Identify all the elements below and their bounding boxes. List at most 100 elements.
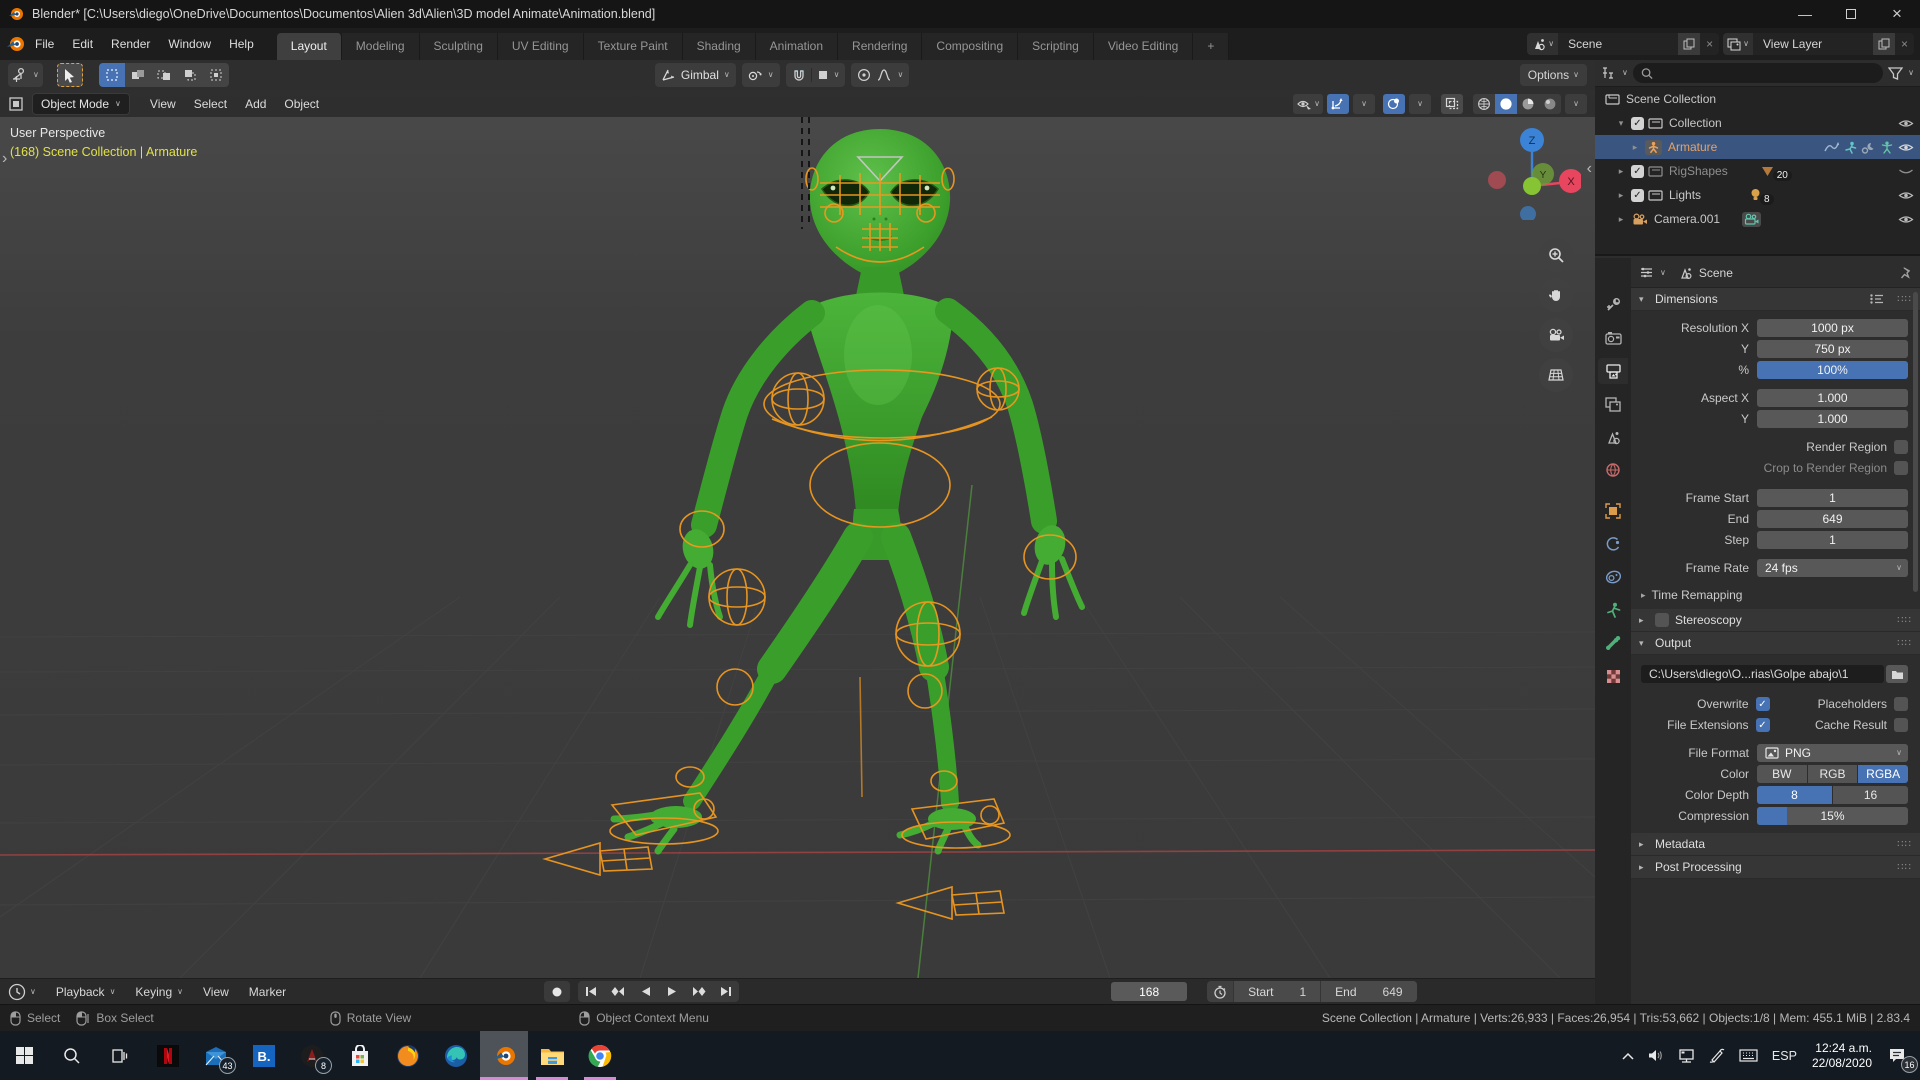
pin-icon[interactable]: [1899, 266, 1912, 280]
output-path-field[interactable]: C:\Users\diego\O...rias\Golpe abajo\1: [1641, 665, 1884, 683]
tab-texture[interactable]: [1598, 663, 1628, 689]
panel-header-output[interactable]: ▾ Output ∷∷: [1631, 632, 1920, 655]
tab-texture-paint[interactable]: Texture Paint: [584, 33, 683, 60]
frame-rate-dropdown[interactable]: 24 fps∨: [1757, 559, 1908, 577]
resolution-x-field[interactable]: 1000 px: [1757, 319, 1908, 337]
tray-network-icon[interactable]: [1671, 1031, 1702, 1080]
chevron-down-icon[interactable]: ∨: [1622, 69, 1628, 77]
current-frame-field[interactable]: 168: [1111, 982, 1187, 1001]
taskbar-file-explorer[interactable]: [528, 1031, 576, 1080]
camera-view-button[interactable]: [1539, 318, 1573, 352]
tab-render[interactable]: [1598, 325, 1628, 351]
minimize-button[interactable]: —: [1782, 0, 1828, 28]
menu-edit[interactable]: Edit: [63, 33, 102, 55]
tray-pen-icon[interactable]: [1702, 1031, 1732, 1080]
outliner-row-armature[interactable]: ▸ Armature: [1595, 135, 1920, 159]
shading-material-button[interactable]: [1517, 94, 1539, 114]
pivot-point-dropdown[interactable]: ∨: [742, 63, 780, 87]
tab-view-layer[interactable]: [1598, 391, 1628, 417]
visible-eye-icon[interactable]: [1898, 118, 1914, 129]
tab-constraints[interactable]: [1598, 564, 1628, 590]
menu-help[interactable]: Help: [220, 33, 263, 55]
file-browse-button[interactable]: [1886, 665, 1908, 683]
motion-path-icon[interactable]: [1824, 141, 1839, 153]
record-button[interactable]: [544, 981, 570, 1002]
visibility-dropdown[interactable]: ∨: [1293, 94, 1323, 114]
taskbar-bing[interactable]: B.: [240, 1031, 288, 1080]
outliner-row-lights[interactable]: ▸ ✓ Lights 8: [1595, 183, 1920, 207]
alien-model[interactable]: [614, 129, 1082, 851]
start-frame-field[interactable]: Start1: [1233, 981, 1320, 1002]
scene-name[interactable]: Scene: [1558, 37, 1678, 51]
visible-eye-icon[interactable]: [1898, 214, 1914, 225]
close-button[interactable]: ×: [1874, 0, 1920, 28]
collapse-icon[interactable]: ▾: [1615, 118, 1627, 129]
tab-modeling[interactable]: Modeling: [342, 33, 420, 60]
file-format-dropdown[interactable]: PNG ∨: [1757, 744, 1908, 762]
jump-to-start-button[interactable]: [578, 981, 604, 1002]
tab-physics[interactable]: [1598, 531, 1628, 557]
tab-tool[interactable]: [1598, 292, 1628, 318]
chevron-down-icon[interactable]: ∨: [30, 988, 36, 996]
outliner-row-rigshapes[interactable]: ▸ ✓ RigShapes 20: [1595, 159, 1920, 183]
viewport-menu-select[interactable]: Select: [186, 93, 235, 115]
cache-result-checkbox[interactable]: [1894, 718, 1908, 732]
sidebar-collapse-icon[interactable]: ‹: [1587, 160, 1592, 178]
time-remapping-subpanel[interactable]: ▸ Time Remapping: [1631, 585, 1920, 605]
overlays-toggle[interactable]: [1383, 94, 1405, 114]
taskbar-search-button[interactable]: [48, 1031, 96, 1080]
next-keyframe-button[interactable]: [686, 981, 712, 1002]
tab-sculpting[interactable]: Sculpting: [420, 33, 498, 60]
scene-delete-button[interactable]: ×: [1700, 37, 1719, 51]
viewport-menu-add[interactable]: Add: [237, 93, 274, 115]
gizmos-toggle[interactable]: [1327, 94, 1349, 114]
tab-uv-editing[interactable]: UV Editing: [498, 33, 584, 60]
taskbar-clock[interactable]: 12:24 a.m. 22/08/2020: [1804, 1041, 1880, 1071]
maximize-button[interactable]: [1828, 0, 1874, 28]
resolution-y-field[interactable]: 750 px: [1757, 340, 1908, 358]
ortho-toggle-button[interactable]: [1539, 358, 1573, 392]
play-button[interactable]: [659, 981, 685, 1002]
color-rgb-button[interactable]: RGB: [1808, 765, 1858, 783]
zoom-button[interactable]: [1539, 238, 1573, 272]
taskbar-netflix[interactable]: [144, 1031, 192, 1080]
compression-slider[interactable]: 15%: [1757, 807, 1908, 825]
view-layer-copy-button[interactable]: [1873, 33, 1895, 55]
viewport-menu-object[interactable]: Object: [276, 93, 327, 115]
taskbar-firefox[interactable]: [384, 1031, 432, 1080]
panel-header-dimensions[interactable]: ▾ Dimensions ∷∷: [1631, 288, 1920, 311]
outliner-row-scene-collection[interactable]: Scene Collection: [1595, 87, 1920, 111]
tray-volume-icon[interactable]: [1641, 1031, 1671, 1080]
breadcrumb-scene-label[interactable]: Scene: [1699, 266, 1733, 280]
grip-icon[interactable]: ∷∷: [1897, 294, 1912, 305]
panel-header-post-processing[interactable]: ▸ Post Processing ∷∷: [1631, 856, 1920, 879]
chevron-down-icon[interactable]: ∨: [1908, 69, 1914, 77]
expand-icon[interactable]: ▸: [1629, 142, 1641, 153]
timeline-menu-keying[interactable]: Keying∨: [127, 982, 191, 1002]
proportional-edit-icon[interactable]: [857, 68, 871, 82]
viewport-menu-view[interactable]: View: [142, 93, 184, 115]
stereoscopy-checkbox[interactable]: [1655, 613, 1669, 627]
presets-icon[interactable]: [1869, 293, 1885, 305]
play-reverse-button[interactable]: [632, 981, 658, 1002]
shading-dropdown[interactable]: ∨: [1565, 94, 1587, 114]
expand-icon[interactable]: ▸: [1615, 214, 1627, 225]
gizmos-dropdown[interactable]: ∨: [1353, 94, 1375, 114]
task-view-button[interactable]: [96, 1031, 144, 1080]
outliner-row-camera[interactable]: ▸ Camera.001: [1595, 207, 1920, 231]
mode-dropdown[interactable]: Object Mode ∨: [32, 93, 130, 115]
overlays-dropdown[interactable]: ∨: [1409, 94, 1431, 114]
select-mode-extend-button[interactable]: [125, 63, 151, 87]
modifier-wrench-icon[interactable]: [1861, 141, 1876, 154]
menu-render[interactable]: Render: [102, 33, 159, 55]
pan-button[interactable]: [1539, 278, 1573, 312]
blender-menu-icon[interactable]: [6, 34, 26, 54]
filter-icon[interactable]: [1888, 67, 1903, 80]
collection-checkbox[interactable]: ✓: [1631, 117, 1644, 130]
jump-to-end-button[interactable]: [713, 981, 739, 1002]
panel-header-stereoscopy[interactable]: ▸ Stereoscopy ∷∷: [1631, 609, 1920, 632]
view-layer-name[interactable]: View Layer: [1753, 37, 1873, 51]
outliner-search[interactable]: [1633, 63, 1883, 83]
select-mode-subtract-button[interactable]: [151, 63, 177, 87]
xray-toggle[interactable]: [1441, 94, 1463, 114]
